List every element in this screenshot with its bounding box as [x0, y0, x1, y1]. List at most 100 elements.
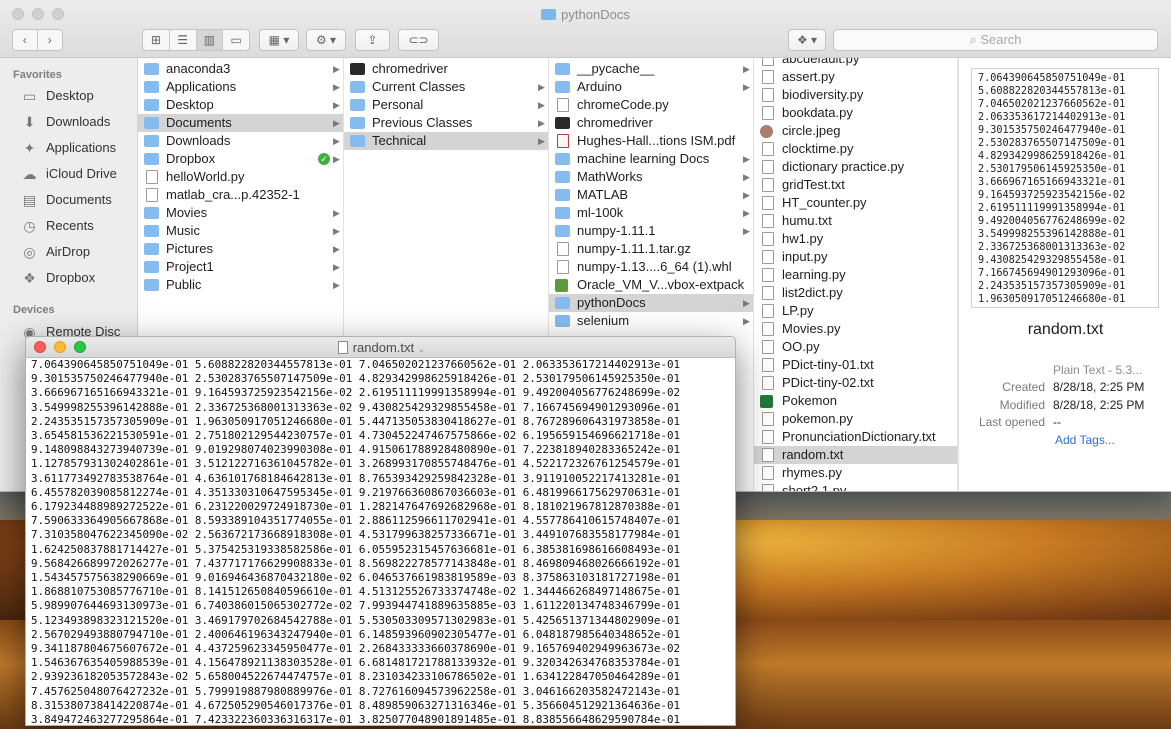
sidebar-item-dropbox[interactable]: ❖ Dropbox: [0, 266, 137, 290]
list-item[interactable]: Dropbox ✓ ▶: [138, 150, 343, 168]
list-item[interactable]: humu.txt: [754, 212, 957, 230]
list-item[interactable]: Hughes-Hall...tions ISM.pdf: [549, 132, 753, 150]
text-editor-area[interactable]: 7.064390645850751049e-01 5.6088228203445…: [26, 358, 735, 725]
action-gear-button[interactable]: ⚙ ▾: [306, 29, 346, 51]
folder-icon: [555, 189, 570, 201]
text-line: 7.064390645850751049e-01 5.6088228203445…: [31, 358, 681, 371]
list-item[interactable]: OO.py: [754, 338, 957, 356]
list-item[interactable]: helloWorld.py: [138, 168, 343, 186]
list-item[interactable]: list2dict.py: [754, 284, 957, 302]
sidebar-item-icloud-drive[interactable]: ☁ iCloud Drive: [0, 162, 137, 186]
list-item[interactable]: MathWorks ▶: [549, 168, 753, 186]
list-item[interactable]: Movies ▶: [138, 204, 343, 222]
sidebar-item-desktop[interactable]: ▭ Desktop: [0, 84, 137, 108]
sidebar-item-applications[interactable]: ✦ Applications: [0, 136, 137, 160]
list-item[interactable]: Desktop ▶: [138, 96, 343, 114]
list-item[interactable]: selenium ▶: [549, 312, 753, 330]
list-item[interactable]: learning.py: [754, 266, 957, 284]
sidebar-item-label: Downloads: [46, 114, 111, 129]
list-item[interactable]: Public ▶: [138, 276, 343, 294]
list-item[interactable]: Personal ▶: [344, 96, 548, 114]
sync-check-icon: ✓: [318, 153, 330, 165]
list-item[interactable]: pythonDocs ▶: [549, 294, 753, 312]
list-item[interactable]: numpy-1.11.1.tar.gz: [549, 240, 753, 258]
list-item[interactable]: pokemon.py: [754, 410, 957, 428]
document-icon: [762, 178, 774, 192]
list-item[interactable]: random.txt: [754, 446, 957, 464]
list-item[interactable]: numpy-1.13....6_64 (1).whl: [549, 258, 753, 276]
chevron-right-icon: ▶: [743, 208, 750, 218]
list-item-label: Personal: [372, 97, 424, 112]
list-item[interactable]: anaconda3 ▶: [138, 60, 343, 78]
list-item[interactable]: PDict-tiny-02.txt: [754, 374, 957, 392]
list-item[interactable]: __pycache__ ▶: [549, 60, 753, 78]
list-item[interactable]: MATLAB ▶: [549, 186, 753, 204]
list-item[interactable]: dictionary practice.py: [754, 158, 957, 176]
list-item[interactable]: Previous Classes ▶: [344, 114, 548, 132]
document-icon: [762, 268, 774, 282]
list-item[interactable]: chromeCode.py: [549, 96, 753, 114]
list-item[interactable]: Music ▶: [138, 222, 343, 240]
list-item[interactable]: numpy-1.11.1 ▶: [549, 222, 753, 240]
column-view-button[interactable]: ▥: [196, 30, 224, 50]
folder-icon: [555, 315, 570, 327]
list-item[interactable]: Arduino ▶: [549, 78, 753, 96]
gallery-view-button[interactable]: ▭: [223, 30, 249, 50]
share-button[interactable]: ⇪: [355, 29, 390, 51]
list-item[interactable]: gridTest.txt: [754, 176, 957, 194]
chevron-right-icon: ▶: [333, 100, 340, 110]
textedit-title[interactable]: random.txt ⌄: [26, 340, 735, 355]
list-item[interactable]: PronunciationDictionary.txt: [754, 428, 957, 446]
document-icon: [762, 340, 774, 354]
list-item[interactable]: hw1.py: [754, 230, 957, 248]
add-tags-link[interactable]: Add Tags...: [1055, 433, 1115, 447]
list-item[interactable]: chromedriver: [344, 60, 548, 78]
list-item[interactable]: short2.1.py: [754, 482, 957, 491]
sidebar-item-documents[interactable]: ▤ Documents: [0, 188, 137, 212]
list-item[interactable]: circle.jpeg: [754, 122, 957, 140]
folder-icon: [144, 207, 159, 219]
list-item[interactable]: assert.py: [754, 68, 957, 86]
sidebar-item-downloads[interactable]: ⬇ Downloads: [0, 110, 137, 134]
list-item[interactable]: Oracle_VM_V...vbox-extpack: [549, 276, 753, 294]
list-item[interactable]: matlab_cra...p.42352-1: [138, 186, 343, 204]
list-item[interactable]: Project1 ▶: [138, 258, 343, 276]
list-item[interactable]: abcdefault.py: [754, 58, 957, 68]
list-item[interactable]: Pictures ▶: [138, 240, 343, 258]
list-item[interactable]: PDict-tiny-01.txt: [754, 356, 957, 374]
list-item-label: PDict-tiny-01.txt: [782, 357, 874, 372]
list-item[interactable]: rhymes.py: [754, 464, 957, 482]
sidebar-item-airdrop[interactable]: ◎ AirDrop: [0, 240, 137, 264]
list-item[interactable]: Downloads ▶: [138, 132, 343, 150]
list-item-label: assert.py: [782, 69, 835, 84]
sidebar-item-recents[interactable]: ◷ Recents: [0, 214, 137, 238]
back-button[interactable]: ‹: [13, 30, 38, 50]
list-item[interactable]: chromedriver: [549, 114, 753, 132]
search-field[interactable]: ⌕ Search: [833, 29, 1158, 51]
list-item[interactable]: bookdata.py: [754, 104, 957, 122]
list-item-label: Dropbox: [166, 151, 216, 166]
list-item-label: helloWorld.py: [166, 169, 245, 184]
edit-tags-button[interactable]: ⊂⊃: [398, 29, 439, 51]
chevron-right-icon: ▶: [743, 64, 750, 74]
list-item[interactable]: Technical ▶: [344, 132, 548, 150]
list-item[interactable]: biodiversity.py: [754, 86, 957, 104]
text-line: 1.127857931302402861e-01 3.5121227163610…: [31, 457, 681, 471]
list-item[interactable]: LP.py: [754, 302, 957, 320]
list-item[interactable]: clocktime.py: [754, 140, 957, 158]
list-item[interactable]: input.py: [754, 248, 957, 266]
list-item[interactable]: Current Classes ▶: [344, 78, 548, 96]
list-item[interactable]: Documents ▶: [138, 114, 343, 132]
list-item[interactable]: Pokemon: [754, 392, 957, 410]
list-view-button[interactable]: ☰: [170, 30, 197, 50]
list-item[interactable]: Movies.py: [754, 320, 957, 338]
arrange-button[interactable]: ▦ ▾: [259, 29, 299, 51]
list-item-label: anaconda3: [166, 61, 231, 76]
list-item[interactable]: machine learning Docs ▶: [549, 150, 753, 168]
icon-view-button[interactable]: ⊞: [143, 30, 170, 50]
list-item[interactable]: HT_counter.py: [754, 194, 957, 212]
list-item[interactable]: ml-100k ▶: [549, 204, 753, 222]
list-item[interactable]: Applications ▶: [138, 78, 343, 96]
forward-button[interactable]: ›: [38, 30, 62, 50]
dropbox-menu-button[interactable]: ❖ ▾: [788, 29, 826, 51]
